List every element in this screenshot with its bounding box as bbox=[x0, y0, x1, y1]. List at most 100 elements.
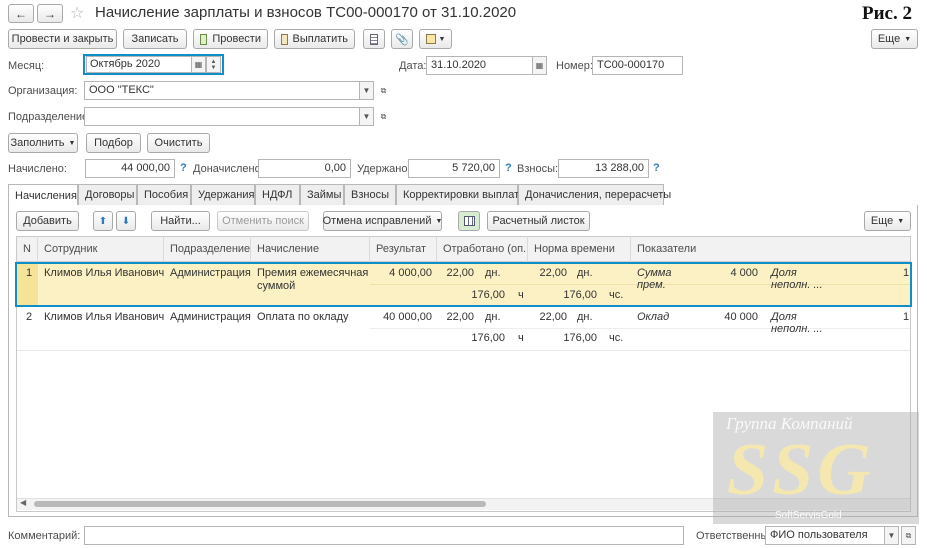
undo-corrections-button[interactable]: Отмена исправлений ▼ bbox=[323, 211, 442, 231]
favorite-star-icon[interactable]: ☆ bbox=[70, 3, 84, 23]
select-button[interactable]: Подбор bbox=[86, 133, 141, 153]
column-header-department[interactable]: Подразделение bbox=[164, 236, 251, 262]
calendar-icon: ▦ bbox=[194, 60, 203, 69]
scroll-left-arrow-icon[interactable]: ◀ bbox=[20, 498, 26, 507]
arrow-down-icon: ⬇ bbox=[121, 215, 131, 227]
department-open-button[interactable]: ⧉ bbox=[376, 107, 391, 126]
cancel-search-button[interactable]: Отменить поиск bbox=[217, 211, 309, 231]
department-input[interactable] bbox=[84, 107, 360, 126]
tab-recalculations[interactable]: Доначисления, перерасчеты bbox=[518, 184, 671, 205]
move-up-button[interactable]: ⬆ bbox=[93, 211, 113, 231]
responsible-input[interactable]: ФИО пользователя bbox=[765, 526, 885, 545]
move-down-button[interactable]: ⬇ bbox=[116, 211, 136, 231]
chevron-down-icon: ▼ bbox=[435, 217, 443, 225]
tab-benefits[interactable]: Пособия bbox=[137, 184, 191, 205]
organization-dropdown-button[interactable]: ▼ bbox=[359, 81, 374, 100]
more-button[interactable]: Еще ▼ bbox=[871, 29, 918, 49]
column-header-employee[interactable]: Сотрудник bbox=[38, 236, 164, 262]
chevron-down-icon: ▼ bbox=[904, 35, 912, 43]
back-button[interactable]: ← bbox=[8, 4, 34, 23]
post-and-close-button[interactable]: Провести и закрыть bbox=[8, 29, 117, 49]
number-label: Номер: bbox=[556, 60, 593, 72]
watermark-line2: SoftServisGold bbox=[775, 510, 842, 521]
month-stepper[interactable]: ▲ ▼ bbox=[206, 56, 221, 73]
pay-icon bbox=[281, 33, 288, 45]
date-calendar-button[interactable]: ▦ bbox=[532, 56, 547, 75]
month-input[interactable]: Октябрь 2020 bbox=[86, 56, 192, 73]
open-link-icon: ⧉ bbox=[380, 85, 387, 95]
comment-label: Комментарий: bbox=[8, 530, 81, 542]
accrued-help-icon[interactable]: ? bbox=[180, 162, 187, 174]
row1-worked-days: 22,00 bbox=[446, 267, 474, 279]
table-more-button[interactable]: Еще ▼ bbox=[864, 211, 911, 231]
horizontal-scrollbar-thumb[interactable] bbox=[34, 501, 486, 507]
open-link-icon: ⧉ bbox=[380, 111, 387, 121]
row1-worked-days-unit: дн. bbox=[485, 267, 501, 279]
page-title: Начисление зарплаты и взносов ТС00-00017… bbox=[95, 4, 517, 21]
responsible-dropdown-button[interactable]: ▼ bbox=[884, 526, 899, 545]
post-button[interactable]: Провести bbox=[193, 29, 268, 49]
withheld-help-icon[interactable]: ? bbox=[505, 162, 512, 174]
table-more-label: Еще bbox=[870, 215, 894, 227]
undo-corrections-label: Отмена исправлений bbox=[322, 215, 432, 227]
column-header-result[interactable]: Результат bbox=[370, 236, 437, 262]
date-input[interactable]: 31.10.2020 bbox=[426, 56, 533, 75]
column-header-n[interactable]: N bbox=[17, 236, 38, 262]
number-input[interactable]: ТС00-000170 bbox=[592, 56, 683, 75]
calendar-button[interactable]: ▦ bbox=[191, 56, 206, 73]
save-button[interactable]: Записать bbox=[123, 29, 187, 49]
clear-button[interactable]: Очистить bbox=[147, 133, 210, 153]
attach-button[interactable]: 📎 bbox=[391, 29, 413, 49]
table-edit-icon bbox=[463, 216, 475, 226]
tab-contracts[interactable]: Договоры bbox=[78, 184, 137, 205]
row1-indicator2-name-line1: Доля bbox=[771, 267, 797, 279]
add-row-button[interactable]: Добавить bbox=[16, 211, 79, 231]
arrow-up-icon: ⬆ bbox=[98, 215, 108, 227]
chevron-down-icon: ▼ bbox=[887, 531, 896, 540]
tab-loans[interactable]: Займы bbox=[300, 184, 344, 205]
column-header-worked[interactable]: Отработано (оп... bbox=[437, 236, 528, 262]
column-header-indicators[interactable]: Показатели bbox=[631, 236, 910, 262]
row1-indicator2-name-line2: неполн. ... bbox=[771, 279, 823, 291]
tab-deductions[interactable]: Удержания bbox=[191, 184, 255, 205]
tab-ndfl[interactable]: НДФЛ bbox=[255, 184, 300, 205]
department-dropdown-button[interactable]: ▼ bbox=[359, 107, 374, 126]
row2-norm-hours-unit: чс. bbox=[609, 332, 624, 344]
department-label: Подразделение: bbox=[8, 111, 92, 123]
row2-norm-days: 22,00 bbox=[539, 311, 567, 323]
column-header-accrual[interactable]: Начисление bbox=[251, 236, 370, 262]
tab-payment-corrections[interactable]: Корректировки выплаты bbox=[396, 184, 527, 205]
row2-result: 40 000,00 bbox=[383, 311, 432, 323]
comment-input[interactable] bbox=[84, 526, 684, 545]
row1-worked-hours-unit: ч bbox=[518, 289, 524, 301]
chevron-down-icon: ▼ bbox=[897, 217, 905, 225]
row2-indicator2-name-line2: неполн. ... bbox=[771, 323, 823, 335]
print-menu-button[interactable]: ▼ bbox=[419, 29, 452, 49]
report-list-button[interactable] bbox=[363, 29, 385, 49]
arrow-right-icon: → bbox=[44, 6, 56, 21]
find-button[interactable]: Найти... bbox=[151, 211, 210, 231]
organization-input[interactable]: ООО "ТЕКС" bbox=[84, 81, 360, 100]
contributions-label: Взносы: bbox=[517, 163, 559, 175]
responsible-open-button[interactable]: ⧉ bbox=[901, 526, 916, 545]
column-header-time-norm[interactable]: Норма времени bbox=[528, 236, 631, 262]
tab-accruals[interactable]: Начисления bbox=[8, 184, 78, 206]
calendar-icon: ▦ bbox=[535, 61, 544, 70]
pay-button[interactable]: Выплатить bbox=[274, 29, 355, 49]
payslip-button[interactable]: Расчетный листок bbox=[487, 211, 590, 231]
fill-button[interactable]: Заполнить ▼ bbox=[8, 133, 78, 153]
tab-contributions[interactable]: Взносы bbox=[344, 184, 396, 205]
accrued-value: 44 000,00 bbox=[85, 159, 175, 178]
chevron-down-icon: ▼ bbox=[438, 35, 446, 43]
row2-worked-days: 22,00 bbox=[446, 311, 474, 323]
contributions-value: 13 288,00 bbox=[558, 159, 649, 178]
additional-accrued-label: Доначислено: bbox=[193, 163, 264, 175]
contributions-help-icon[interactable]: ? bbox=[653, 162, 660, 174]
forward-button[interactable]: → bbox=[37, 4, 63, 23]
row1-employee: Климов Илья Иванович bbox=[44, 267, 165, 279]
table-settings-button[interactable] bbox=[458, 211, 480, 231]
document-list-icon bbox=[370, 33, 378, 45]
withheld-value: 5 720,00 bbox=[408, 159, 500, 178]
organization-open-button[interactable]: ⧉ bbox=[376, 81, 391, 100]
withheld-label: Удержано: bbox=[357, 163, 411, 175]
